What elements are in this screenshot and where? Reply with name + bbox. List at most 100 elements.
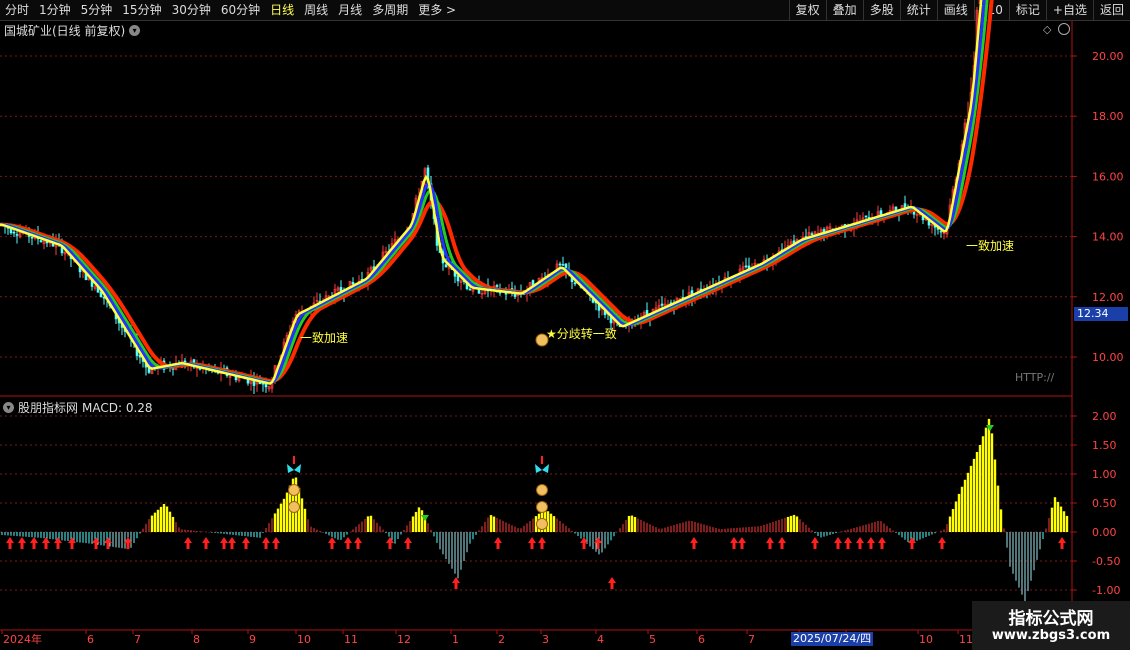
up-arrow-icon xyxy=(184,537,192,549)
up-arrow-icon xyxy=(18,537,26,549)
up-arrow-icon xyxy=(6,537,14,549)
y-tick-label: 16.00 xyxy=(1092,170,1124,183)
x-tick-label: 8 xyxy=(193,633,200,646)
y-tick-label: 18.00 xyxy=(1092,110,1124,123)
x-tick-label: 3 xyxy=(542,633,549,646)
up-arrow-icon xyxy=(538,537,546,549)
money-bag-icon xyxy=(536,484,548,496)
y-tick-label: 10.00 xyxy=(1092,351,1124,364)
y-tick-label: 0.50 xyxy=(1092,497,1117,510)
macd-header: ▾ 股朋指标网 MACD: 0.28 xyxy=(3,399,153,416)
y-tick-label: 1.00 xyxy=(1092,468,1117,481)
candle-body xyxy=(939,230,943,233)
y-tick-label: -1.00 xyxy=(1092,584,1120,597)
up-arrow-icon xyxy=(228,537,236,549)
watermark: 指标公式网 www.zbgs3.com xyxy=(972,601,1130,650)
up-arrow-icon xyxy=(856,537,864,549)
y-tick-label: 22.00 xyxy=(1092,0,1124,3)
candle-body xyxy=(573,282,577,285)
up-arrow-icon xyxy=(262,537,270,549)
up-arrow-icon xyxy=(30,537,38,549)
http-text: HTTP:// xyxy=(1015,371,1055,384)
candle-body xyxy=(456,275,460,282)
up-arrow-icon xyxy=(608,577,616,589)
x-tick-label: 7 xyxy=(748,633,755,646)
up-arrow-icon xyxy=(844,537,852,549)
cursor-date: 2025/07/24/四 xyxy=(791,632,874,646)
x-tick-label: 11 xyxy=(959,633,973,646)
money-bag-icon xyxy=(536,501,548,513)
y-tick-label: 14.00 xyxy=(1092,231,1124,244)
candle-body xyxy=(561,264,565,266)
up-arrow-icon xyxy=(242,537,250,549)
candle-body xyxy=(468,288,472,291)
up-arrow-icon xyxy=(690,537,698,549)
up-arrow-icon xyxy=(42,537,50,549)
y-tick-label: -0.50 xyxy=(1092,555,1120,568)
up-arrow-icon xyxy=(594,537,602,549)
signal-label-3: 一致加速 xyxy=(966,239,1015,253)
up-arrow-icon xyxy=(766,537,774,549)
up-arrow-icon xyxy=(452,577,460,589)
up-arrow-icon xyxy=(778,537,786,549)
x-tick-label: 4 xyxy=(597,633,604,646)
x-tick-label: 2 xyxy=(498,633,505,646)
up-arrow-icon xyxy=(404,537,412,549)
y-tick-label: 20.00 xyxy=(1092,50,1124,63)
macd-readout: MACD: 0.28 xyxy=(82,400,153,415)
y-tick-label: 1.50 xyxy=(1092,439,1117,452)
candle-body xyxy=(660,303,664,306)
butterfly-icon xyxy=(535,464,549,473)
x-tick-label: 5 xyxy=(649,633,656,646)
money-bag-icon xyxy=(536,518,548,530)
candle-body xyxy=(351,282,355,285)
up-arrow-icon xyxy=(1058,537,1066,549)
candle-body xyxy=(12,231,16,234)
x-tick-label: 12 xyxy=(397,633,411,646)
candle-body xyxy=(495,285,499,287)
money-bag-icon xyxy=(288,501,300,513)
x-tick-label: 10 xyxy=(919,633,933,646)
ma-fast-line xyxy=(0,0,983,385)
up-arrow-icon xyxy=(938,537,946,549)
up-arrow-icon xyxy=(908,537,916,549)
x-tick-label: 6 xyxy=(698,633,705,646)
up-arrow-icon xyxy=(272,537,280,549)
up-arrow-icon xyxy=(54,537,62,549)
ma-blue-line xyxy=(0,0,986,385)
up-arrow-icon xyxy=(738,537,746,549)
current-price-tag: 12.34 xyxy=(1074,307,1128,321)
x-tick-label: 2024年 xyxy=(3,632,42,646)
up-arrow-icon xyxy=(811,537,819,549)
x-tick-label: 10 xyxy=(297,633,311,646)
y-tick-label: 0.00 xyxy=(1092,526,1117,539)
indicator-name: 股朋指标网 xyxy=(18,401,79,415)
candle-body xyxy=(558,263,562,266)
candle-body xyxy=(864,215,868,218)
money-bag-icon xyxy=(288,484,300,496)
chevron-down-icon[interactable]: ▾ xyxy=(3,402,14,413)
up-arrow-icon xyxy=(328,537,336,549)
candle-body xyxy=(810,233,814,235)
candle-body xyxy=(15,234,19,236)
up-arrow-icon xyxy=(528,537,536,549)
up-arrow-icon xyxy=(494,537,502,549)
up-arrow-icon xyxy=(220,537,228,549)
up-arrow-icon xyxy=(834,537,842,549)
signal-label-2: ★分歧转一致 xyxy=(546,327,617,341)
up-arrow-icon xyxy=(344,537,352,549)
butterfly-icon xyxy=(287,464,301,473)
up-arrow-icon xyxy=(878,537,886,549)
up-arrow-icon xyxy=(386,537,394,549)
ma-slow-line xyxy=(0,0,994,384)
x-tick-label: 11 xyxy=(344,633,358,646)
up-arrow-icon xyxy=(104,537,112,549)
watermark-title: 指标公式网 xyxy=(1008,609,1094,629)
up-arrow-icon xyxy=(202,537,210,549)
candle-body xyxy=(39,240,43,243)
candle-body xyxy=(30,236,34,239)
signal-label-1: 一致加速 xyxy=(300,331,349,345)
up-arrow-icon xyxy=(730,537,738,549)
watermark-url: www.zbgs3.com xyxy=(991,628,1111,643)
ma-mid-line xyxy=(0,0,989,384)
